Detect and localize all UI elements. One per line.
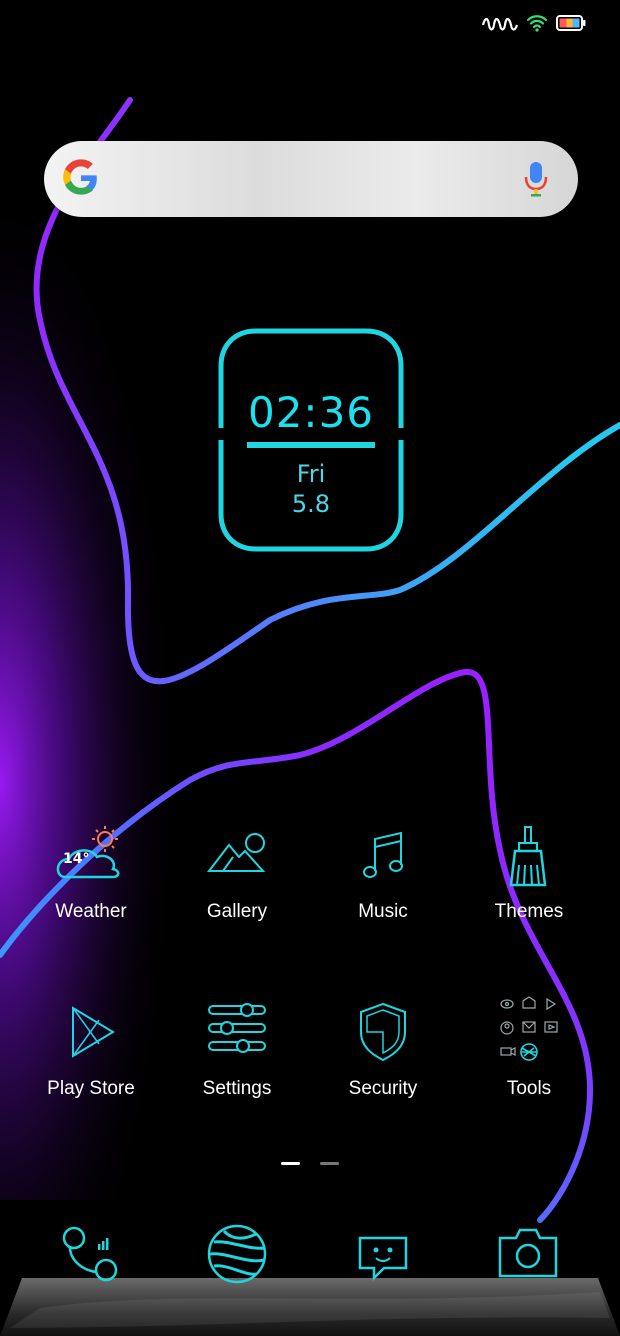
security-icon: [343, 1002, 423, 1066]
app-label: Security: [348, 1078, 418, 1099]
app-label: Music: [358, 901, 408, 922]
clock-frame: [218, 328, 404, 552]
battery-icon: [556, 15, 586, 31]
settings-icon: [197, 1002, 277, 1066]
page-indicator[interactable]: [281, 1162, 339, 1165]
page-dot-active[interactable]: [281, 1162, 300, 1165]
app-themes[interactable]: Themes: [456, 825, 602, 923]
clock-date: 5.8: [291, 490, 331, 518]
app-label: Settings: [202, 1078, 272, 1099]
app-play-store[interactable]: Play Store: [18, 1002, 164, 1100]
mic-icon[interactable]: [524, 161, 548, 197]
app-tools-folder[interactable]: Tools: [456, 992, 602, 1100]
phone-icon: [62, 1226, 118, 1282]
signal-wave-icon: [482, 17, 518, 31]
google-logo: [63, 159, 97, 195]
app-music[interactable]: Music: [310, 825, 456, 923]
weather-temp: 14°: [63, 851, 90, 867]
google-search-bar[interactable]: [44, 141, 578, 217]
music-icon: [343, 825, 423, 889]
app-label: Weather: [55, 901, 127, 922]
themes-icon: [489, 825, 569, 889]
clock-day: Fri: [296, 460, 326, 488]
page-dot[interactable]: [320, 1162, 339, 1165]
clock-time: 02:36: [247, 388, 375, 437]
app-weather[interactable]: 14° Weather: [18, 825, 164, 923]
app-label: Tools: [506, 1078, 552, 1099]
app-security[interactable]: Security: [310, 1002, 456, 1100]
app-settings[interactable]: Settings: [164, 1002, 310, 1100]
app-gallery[interactable]: Gallery: [164, 825, 310, 923]
play-store-icon: [51, 1002, 131, 1066]
dock-messages[interactable]: [354, 1232, 412, 1288]
gallery-icon: [197, 825, 277, 889]
app-label: Gallery: [206, 901, 268, 922]
app-label: Play Store: [47, 1078, 135, 1099]
messages-icon: [358, 1236, 408, 1282]
browser-globe-icon: [207, 1224, 267, 1284]
dock-camera[interactable]: [496, 1226, 560, 1284]
dock-phone[interactable]: [58, 1224, 122, 1288]
app-label: Themes: [494, 901, 564, 922]
clock-widget[interactable]: [218, 328, 404, 552]
wifi-icon: [526, 15, 548, 32]
camera-icon: [498, 1228, 558, 1278]
weather-icon: 14°: [51, 825, 131, 889]
dock-browser[interactable]: [204, 1222, 270, 1290]
status-bar: [482, 14, 586, 32]
tools-folder-icon: [489, 992, 569, 1066]
